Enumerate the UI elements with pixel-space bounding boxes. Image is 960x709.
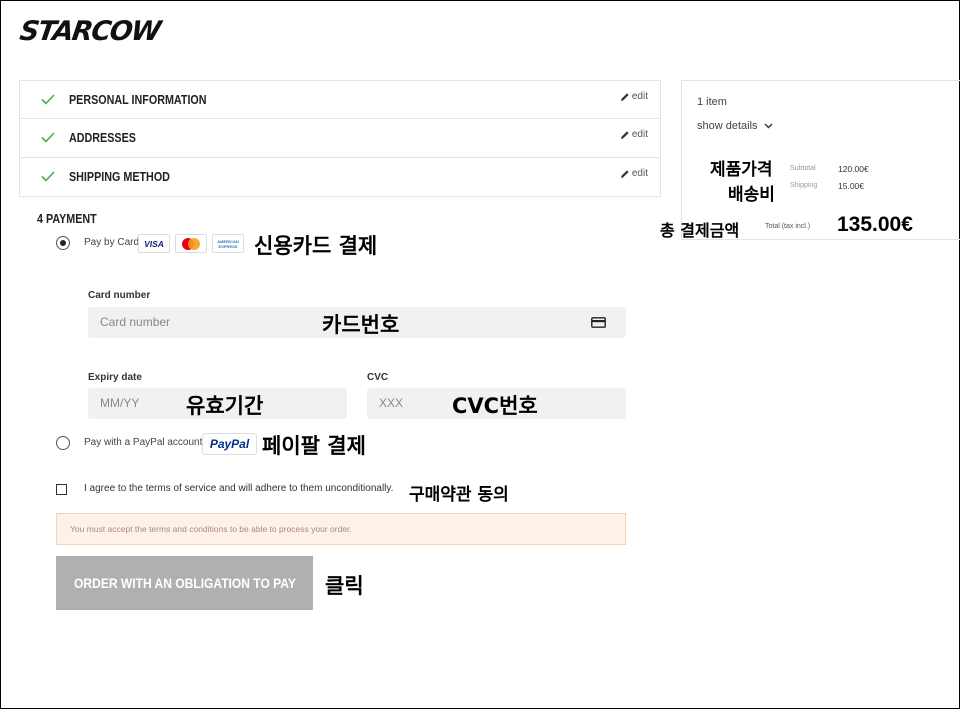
pencil-icon [620, 169, 629, 178]
card-number-label: Card number [88, 290, 151, 301]
edit-label: edit [631, 91, 648, 102]
annotation-shipping-fee: 배송비 [728, 185, 775, 205]
annotation-credit-card: 신용카드 결제 [254, 234, 378, 258]
pay-by-card-label[interactable]: Pay by Card [84, 237, 139, 248]
total-label: Total (tax incl.) [765, 223, 811, 230]
total-value: 135.00€ [837, 213, 913, 236]
annotation-paypal: 페이팔 결제 [262, 434, 366, 458]
payment-title: 4 PAYMENT [37, 212, 97, 226]
show-details-toggle[interactable]: show details [697, 120, 773, 132]
checkout-steps: PERSONAL INFORMATION edit ADDRESSES edit… [19, 80, 661, 197]
edit-link[interactable]: edit [620, 91, 648, 102]
card-number-placeholder: Card number [100, 315, 171, 329]
visa-icon: VISA [138, 234, 170, 253]
annotation-product-price: 제품가격 [710, 160, 773, 180]
subtotal-label: Subtotal [790, 165, 816, 172]
step-label: PERSONAL INFORMATION [69, 93, 207, 107]
edit-label: edit [631, 129, 648, 140]
order-button[interactable]: ORDER WITH AN OBLIGATION TO PAY [56, 556, 313, 610]
shipping-value: 15.00€ [838, 181, 864, 191]
edit-link[interactable]: edit [620, 168, 648, 179]
subtotal-value: 120.00€ [838, 164, 869, 174]
terms-checkbox[interactable] [56, 484, 67, 495]
edit-link[interactable]: edit [620, 129, 648, 140]
items-count: 1 item [697, 96, 727, 108]
starcow-logo[interactable]: STARCOW [18, 16, 162, 47]
step-addresses[interactable]: ADDRESSES edit [19, 119, 661, 158]
step-shipping-method[interactable]: SHIPPING METHOD edit [19, 158, 661, 197]
show-details-label: show details [697, 120, 758, 132]
terms-label[interactable]: I agree to the terms of service and will… [84, 483, 393, 494]
annotation-cvc: CVC번호 [452, 394, 538, 418]
credit-card-icon [591, 317, 606, 328]
annotation-card-number: 카드번호 [322, 313, 400, 337]
amex-icon: AMERICAN EXPRESS [212, 234, 244, 253]
expiry-label: Expiry date [88, 372, 142, 383]
mastercard-icon [175, 234, 207, 253]
paypal-radio[interactable] [56, 436, 70, 450]
edit-label: edit [631, 168, 648, 179]
chevron-down-icon [764, 123, 773, 129]
paypal-logo: PayPal [202, 433, 257, 455]
shipping-label: Shipping [790, 182, 818, 189]
check-icon [41, 132, 55, 143]
step-label: ADDRESSES [69, 131, 136, 145]
step-label: SHIPPING METHOD [69, 170, 170, 184]
annotation-click: 클릭 [325, 574, 364, 598]
step-personal-information[interactable]: PERSONAL INFORMATION edit [19, 80, 661, 119]
expiry-placeholder: MM/YY [100, 396, 140, 410]
check-icon [41, 171, 55, 182]
annotation-expiry: 유효기간 [186, 394, 264, 418]
check-icon [41, 94, 55, 105]
cvc-label: CVC [367, 372, 389, 383]
annotation-terms: 구매약관 동의 [409, 485, 509, 505]
pay-by-card-radio[interactable] [56, 236, 70, 250]
annotation-total-payment: 총 결제금액 [660, 221, 740, 240]
pencil-icon [620, 92, 629, 101]
pencil-icon [620, 130, 629, 139]
terms-warning: You must accept the terms and conditions… [56, 513, 626, 545]
cvc-placeholder: XXX [379, 396, 404, 410]
paypal-label[interactable]: Pay with a PayPal account [84, 437, 202, 448]
